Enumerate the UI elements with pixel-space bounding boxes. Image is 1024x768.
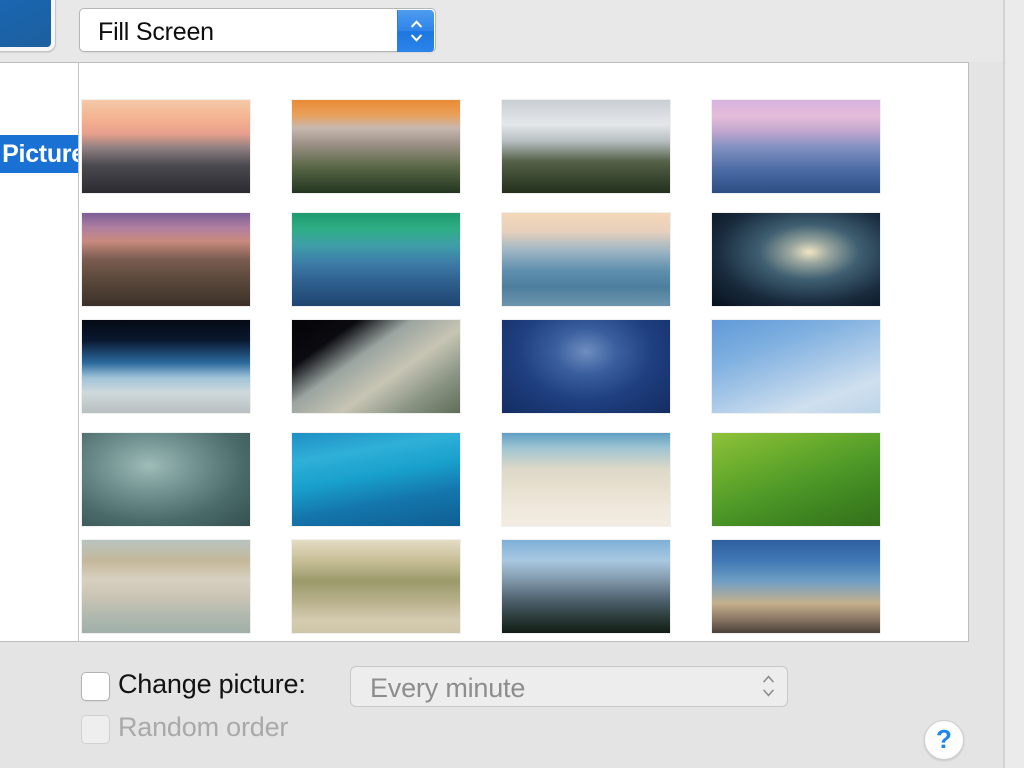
desktop-background-right bbox=[1005, 0, 1024, 768]
source-list-sidebar[interactable]: Desktop Pictures bbox=[0, 63, 79, 641]
picture-chooser-panel: Desktop Pictures bbox=[0, 62, 969, 642]
change-picture-checkbox[interactable] bbox=[81, 672, 110, 701]
wallpaper-thumbnail[interactable] bbox=[502, 433, 670, 526]
scaling-popup-value: Fill Screen bbox=[98, 18, 214, 46]
wallpaper-thumbnail[interactable] bbox=[712, 213, 880, 306]
scaling-popup-stepper[interactable] bbox=[397, 10, 434, 52]
wallpaper-thumbnail-grid[interactable] bbox=[79, 63, 968, 641]
sidebar-item-desktop-pictures[interactable]: Desktop Pictures bbox=[0, 135, 79, 173]
wallpaper-thumbnail[interactable] bbox=[292, 433, 460, 526]
desktop-preview-image[interactable] bbox=[0, 0, 51, 47]
interval-popup-stepper[interactable] bbox=[753, 670, 783, 704]
chevron-up-icon bbox=[761, 674, 776, 683]
wallpaper-thumbnail[interactable] bbox=[82, 213, 250, 306]
chevron-down-icon bbox=[409, 34, 424, 43]
chevron-down-icon bbox=[761, 689, 776, 698]
wallpaper-thumbnail[interactable] bbox=[292, 320, 460, 413]
random-order-label: Random order bbox=[118, 712, 289, 742]
interval-popup-value: Every minute bbox=[370, 673, 526, 703]
help-button[interactable]: ? bbox=[924, 720, 964, 760]
wallpaper-thumbnail[interactable] bbox=[712, 540, 880, 633]
wallpaper-thumbnail[interactable] bbox=[292, 100, 460, 193]
wallpaper-thumbnail[interactable] bbox=[712, 433, 880, 526]
wallpaper-thumbnail[interactable] bbox=[82, 100, 250, 193]
wallpaper-thumbnail[interactable] bbox=[292, 540, 460, 633]
wallpaper-thumbnail[interactable] bbox=[502, 213, 670, 306]
toolbar-row: Fill Screen bbox=[0, 0, 1003, 62]
wallpaper-thumbnail[interactable] bbox=[292, 213, 460, 306]
wallpaper-thumbnail[interactable] bbox=[712, 320, 880, 413]
wallpaper-thumbnail[interactable] bbox=[712, 100, 880, 193]
wallpaper-thumbnail[interactable] bbox=[502, 540, 670, 633]
wallpaper-thumbnail[interactable] bbox=[82, 320, 250, 413]
sidebar-item-label: Desktop Pictures bbox=[0, 139, 79, 168]
desktop-screensaver-preferences: Fill Screen Desktop Pictures Change pict… bbox=[0, 0, 1024, 768]
interval-popup-button[interactable]: Every minute bbox=[350, 666, 788, 707]
chevron-up-icon bbox=[409, 19, 424, 28]
wallpaper-thumbnail[interactable] bbox=[82, 540, 250, 633]
desktop-preview-well bbox=[0, 0, 56, 52]
random-order-checkbox[interactable] bbox=[81, 715, 110, 744]
question-mark-icon: ? bbox=[936, 724, 952, 754]
scaling-popup-button[interactable]: Fill Screen bbox=[79, 8, 436, 52]
wallpaper-thumbnail[interactable] bbox=[502, 100, 670, 193]
change-picture-label: Change picture: bbox=[118, 669, 306, 699]
wallpaper-thumbnail[interactable] bbox=[82, 433, 250, 526]
wallpaper-thumbnail[interactable] bbox=[502, 320, 670, 413]
bottom-controls: Change picture: Every minute Random orde… bbox=[0, 642, 1005, 768]
